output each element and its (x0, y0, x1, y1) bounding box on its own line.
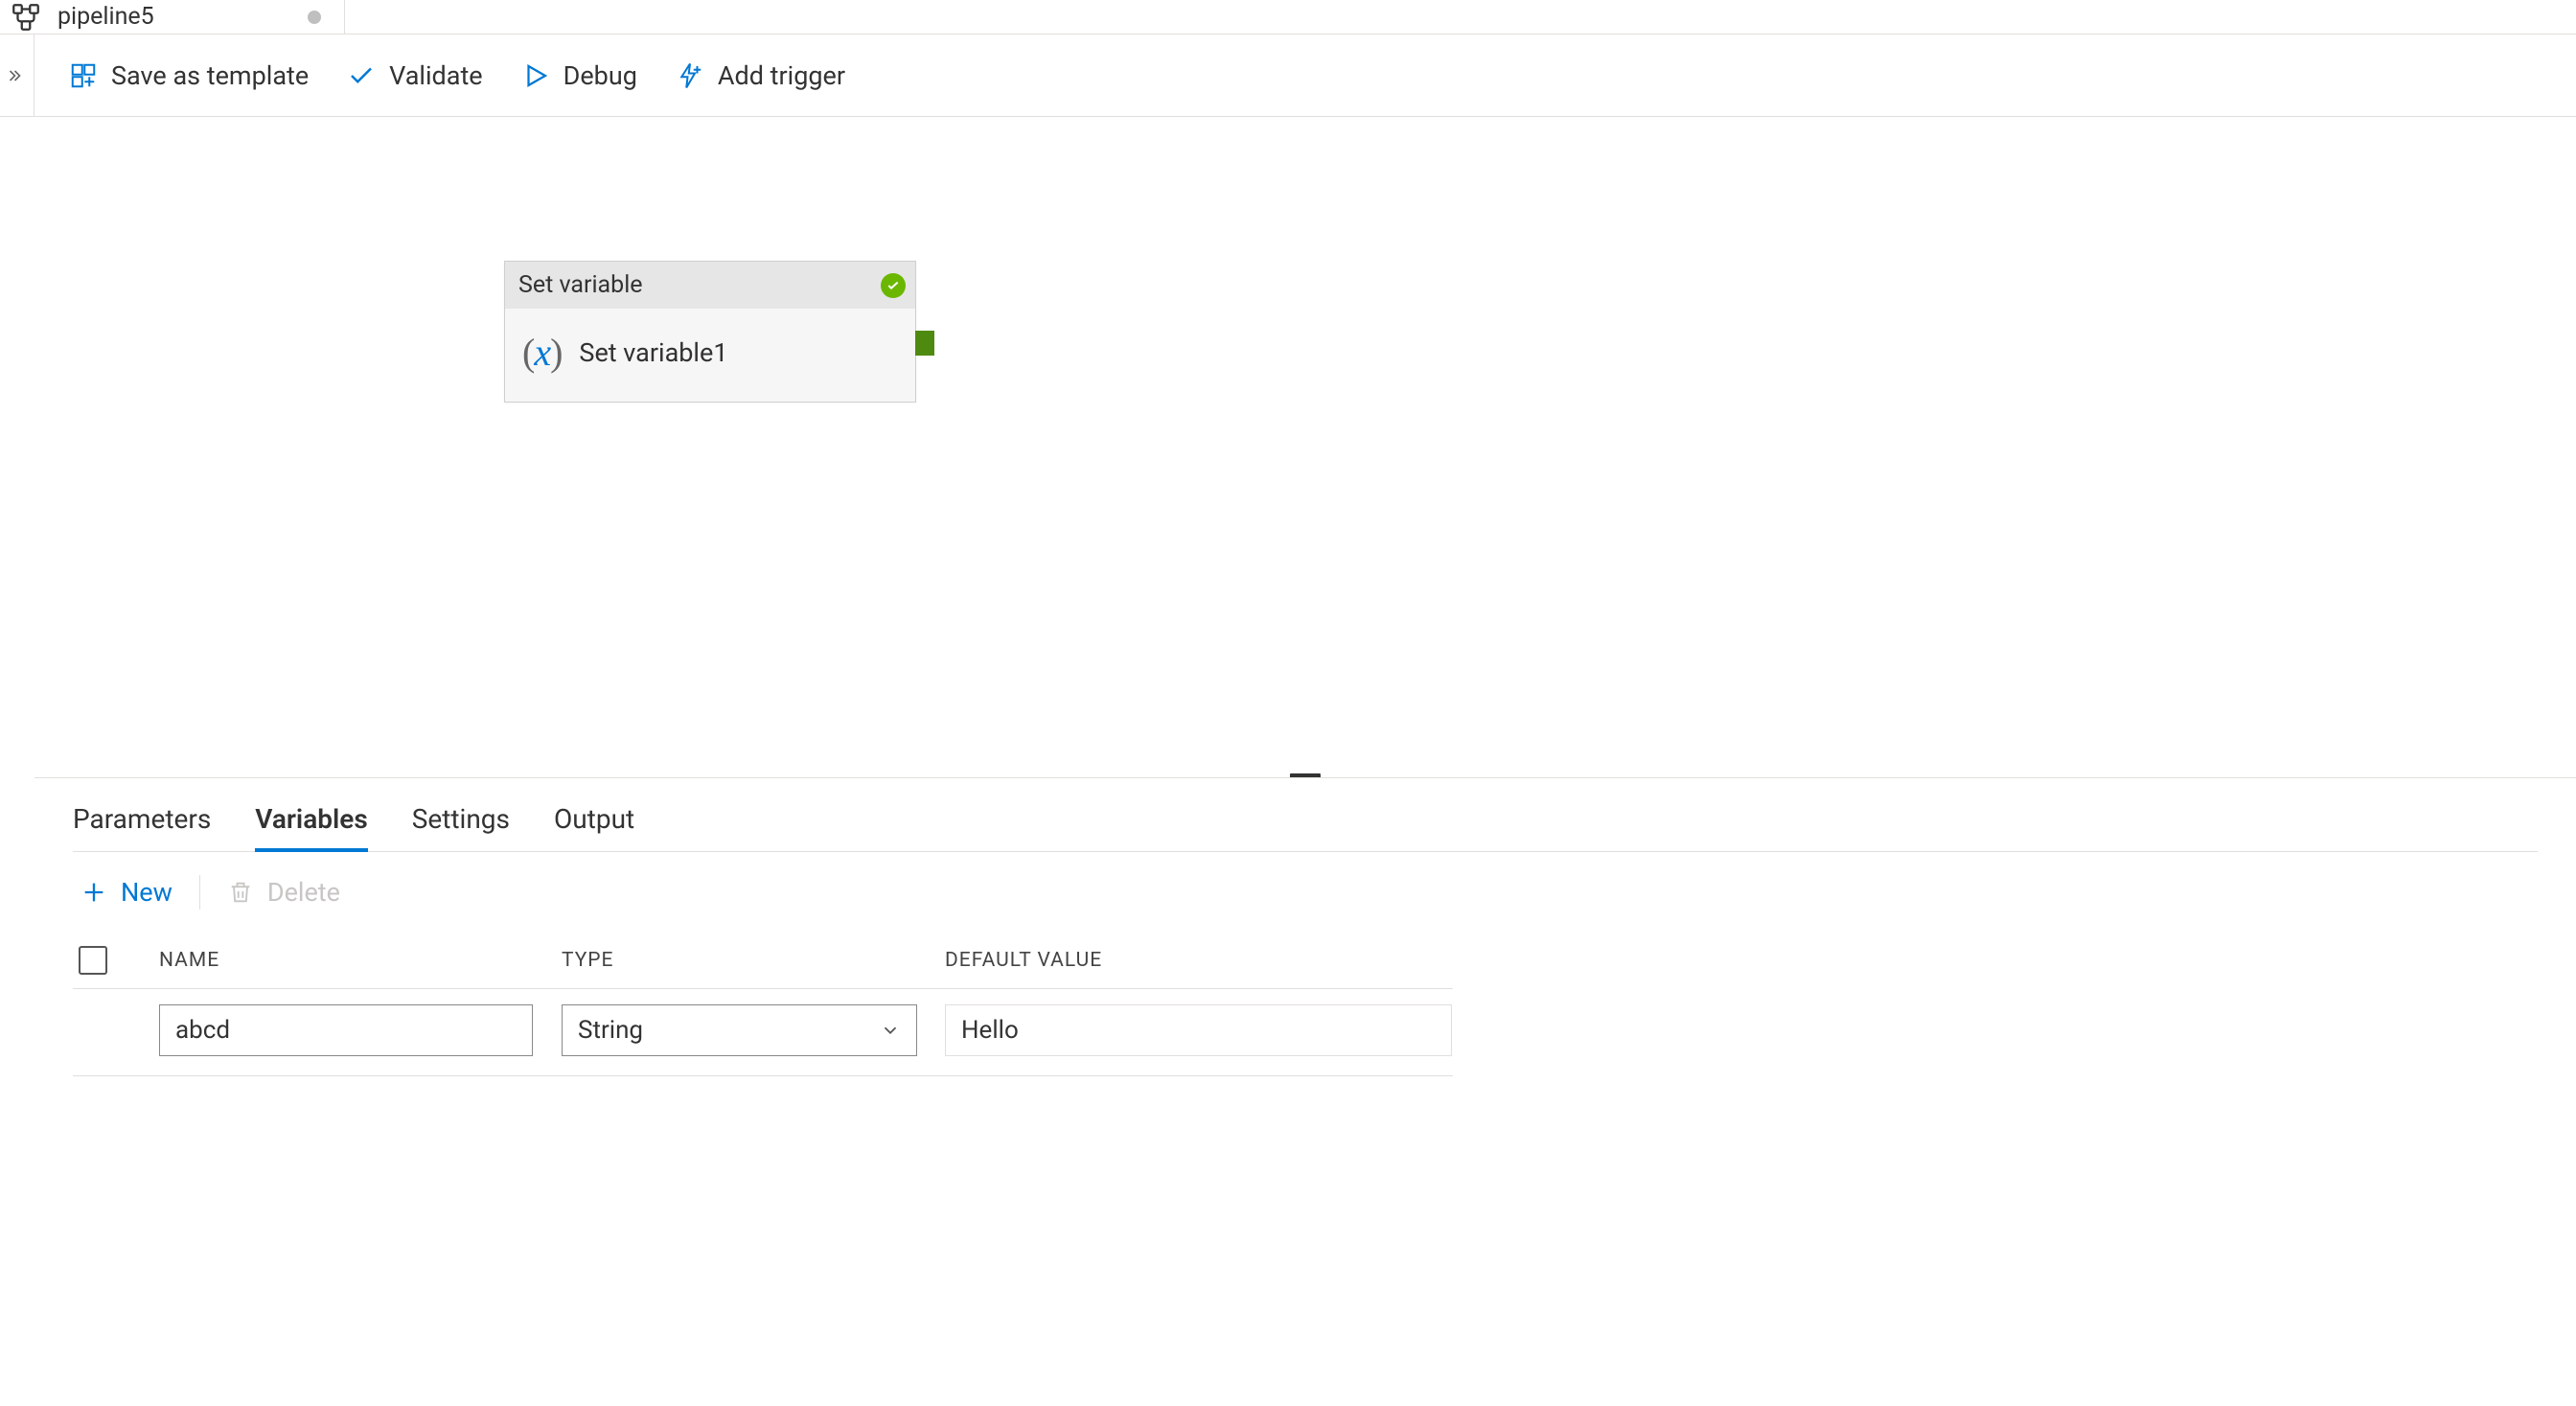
variable-type-value: String (578, 1016, 643, 1045)
variable-default-input[interactable] (945, 1004, 1452, 1056)
activity-node-header: Set variable (505, 262, 915, 309)
success-connection-handle[interactable] (915, 331, 934, 356)
variable-x-icon: (x) (522, 330, 562, 375)
save-template-icon (69, 61, 98, 90)
tab-variables[interactable]: Variables (255, 803, 367, 852)
activity-name: Set variable1 (579, 337, 727, 368)
expand-sidebar-button[interactable] (0, 35, 34, 116)
document-tab-name: pipeline5 (58, 3, 154, 31)
save-as-template-label: Save as template (111, 60, 309, 91)
add-trigger-label: Add trigger (718, 60, 845, 91)
select-all-checkbox[interactable] (79, 946, 107, 975)
tab-parameters[interactable]: Parameters (73, 803, 211, 851)
trash-icon (227, 879, 254, 906)
column-header-type: TYPE (562, 949, 935, 972)
new-variable-label: New (121, 877, 172, 908)
variables-toolbar: New Delete (73, 852, 2538, 936)
column-header-default: DEFAULT VALUE (945, 949, 1462, 972)
variable-type-select[interactable]: String (562, 1004, 917, 1056)
save-as-template-button[interactable]: Save as template (69, 60, 309, 91)
activity-node-body: (x) Set variable1 (505, 309, 915, 402)
toolbar-separator (199, 875, 200, 910)
debug-button[interactable]: Debug (521, 60, 637, 91)
debug-label: Debug (564, 60, 637, 91)
chevron-down-icon (880, 1020, 901, 1041)
new-variable-button[interactable]: New (80, 877, 172, 908)
play-outline-icon (521, 61, 550, 90)
plus-icon (80, 879, 107, 906)
pipeline-canvas[interactable]: Set variable (x) Set variable1 (34, 117, 2576, 778)
status-ok-icon (881, 273, 906, 298)
delete-variable-button: Delete (227, 877, 340, 908)
variables-table-row: String (73, 989, 1453, 1076)
tab-settings[interactable]: Settings (412, 803, 510, 851)
check-icon (347, 61, 376, 90)
activity-node-set-variable[interactable]: Set variable (x) Set variable1 (504, 261, 916, 403)
variables-table: NAME TYPE DEFAULT VALUE String (73, 936, 1453, 1076)
validate-label: Validate (389, 60, 482, 91)
pipeline-icon (10, 1, 42, 34)
activity-type-label: Set variable (518, 271, 643, 299)
validate-button[interactable]: Validate (347, 60, 482, 91)
editor-toolbar: Save as template Validate Debug (0, 35, 2576, 117)
column-header-name: NAME (159, 949, 552, 972)
document-tab[interactable]: pipeline5 (0, 0, 345, 35)
delete-variable-label: Delete (267, 877, 340, 908)
document-tab-row: pipeline5 (0, 0, 2576, 35)
properties-panel: Parameters Variables Settings Output New… (34, 778, 2576, 1406)
tab-output[interactable]: Output (554, 803, 634, 851)
variables-table-head: NAME TYPE DEFAULT VALUE (73, 936, 1453, 989)
unsaved-indicator-icon (308, 11, 321, 24)
properties-tabs: Parameters Variables Settings Output (73, 778, 2538, 852)
variable-name-input[interactable] (159, 1004, 533, 1056)
add-trigger-button[interactable]: Add trigger (676, 60, 845, 91)
lightning-plus-icon (676, 61, 704, 90)
